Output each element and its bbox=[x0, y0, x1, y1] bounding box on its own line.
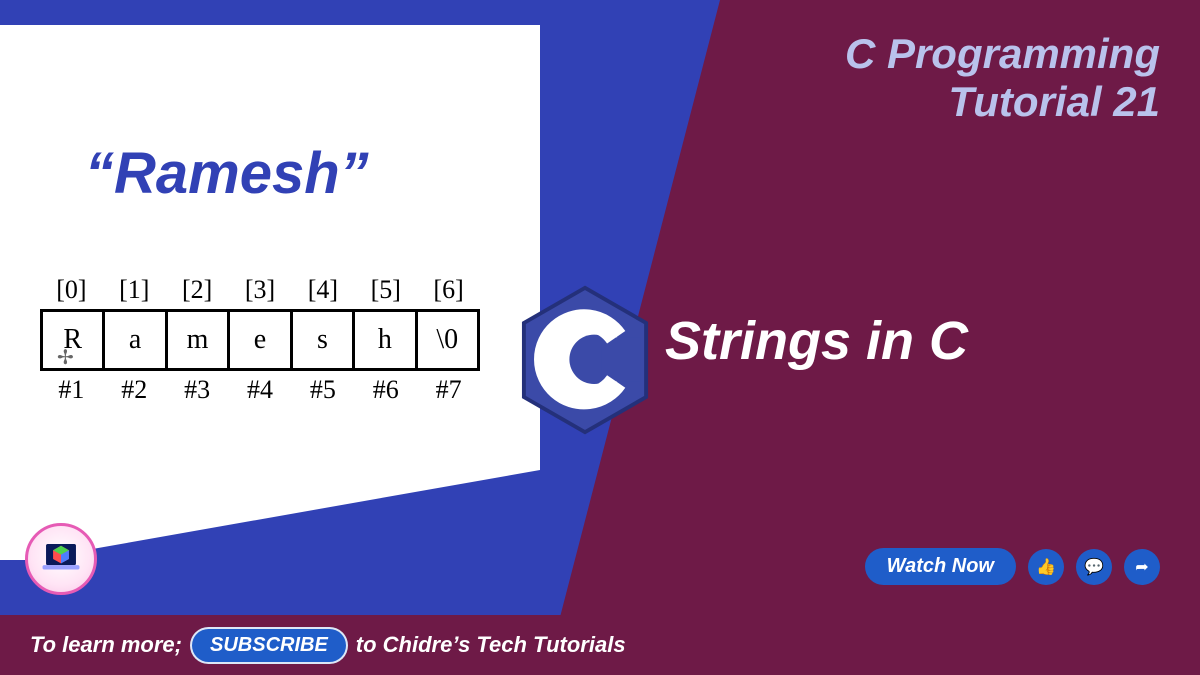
footer-prefix: To learn more; bbox=[30, 632, 182, 658]
action-row: Watch Now 👍 💬 ➦ bbox=[865, 548, 1160, 585]
array-index: [5] bbox=[354, 275, 417, 309]
footer-suffix: to Chidre’s Tech Tutorials bbox=[356, 632, 626, 658]
topic-title: Strings in C bbox=[665, 310, 968, 372]
array-cells-row: R ✢ a m e s h \0 bbox=[40, 309, 480, 371]
array-position: #2 bbox=[103, 371, 166, 405]
array-char: e bbox=[254, 324, 266, 356]
share-arrow-icon: ➦ bbox=[1135, 557, 1148, 577]
array-cell: e bbox=[230, 312, 292, 368]
array-char: s bbox=[317, 324, 328, 356]
heading-line1: C Programming bbox=[845, 30, 1160, 78]
array-char: \0 bbox=[436, 324, 458, 356]
footer-bar: To learn more; SUBSCRIBE to Chidre’s Tec… bbox=[0, 615, 1200, 675]
cursor-cross-icon: ✢ bbox=[57, 345, 74, 370]
array-cell: m bbox=[168, 312, 230, 368]
array-indices-row: [0] [1] [2] [3] [4] [5] [6] bbox=[40, 275, 480, 309]
array-char: a bbox=[129, 324, 141, 356]
channel-logo bbox=[25, 523, 97, 595]
array-cell: s bbox=[293, 312, 355, 368]
array-cell: h bbox=[355, 312, 417, 368]
array-cell: R ✢ bbox=[43, 312, 105, 368]
array-char: h bbox=[378, 324, 392, 356]
array-index: [0] bbox=[40, 275, 103, 309]
array-index: [1] bbox=[103, 275, 166, 309]
array-position: #6 bbox=[354, 371, 417, 405]
laptop-cube-icon bbox=[39, 537, 83, 581]
speech-bubble-icon: 💬 bbox=[1084, 557, 1104, 577]
array-position: #1 bbox=[40, 371, 103, 405]
array-cell: \0 bbox=[418, 312, 477, 368]
array-position: #3 bbox=[166, 371, 229, 405]
array-index: [6] bbox=[417, 275, 480, 309]
array-position: #7 bbox=[417, 371, 480, 405]
thumbs-up-icon: 👍 bbox=[1036, 557, 1056, 577]
comment-button[interactable]: 💬 bbox=[1076, 549, 1112, 585]
share-button[interactable]: ➦ bbox=[1124, 549, 1160, 585]
array-positions-row: #1 #2 #3 #4 #5 #6 #7 bbox=[40, 371, 480, 405]
like-button[interactable]: 👍 bbox=[1028, 549, 1064, 585]
array-index: [2] bbox=[166, 275, 229, 309]
string-array-diagram: [0] [1] [2] [3] [4] [5] [6] R ✢ a m e s … bbox=[40, 275, 480, 405]
c-language-hex-logo: C bbox=[520, 285, 650, 435]
subscribe-button[interactable]: SUBSCRIBE bbox=[190, 627, 348, 664]
array-index: [3] bbox=[229, 275, 292, 309]
array-position: #4 bbox=[229, 371, 292, 405]
array-position: #5 bbox=[291, 371, 354, 405]
watch-now-button[interactable]: Watch Now bbox=[865, 548, 1016, 585]
array-char: m bbox=[187, 324, 209, 356]
array-index: [4] bbox=[291, 275, 354, 309]
series-heading: C Programming Tutorial 21 bbox=[845, 30, 1160, 127]
example-string: “Ramesh” bbox=[85, 140, 369, 207]
heading-line2: Tutorial 21 bbox=[845, 78, 1160, 126]
array-cell: a bbox=[105, 312, 167, 368]
